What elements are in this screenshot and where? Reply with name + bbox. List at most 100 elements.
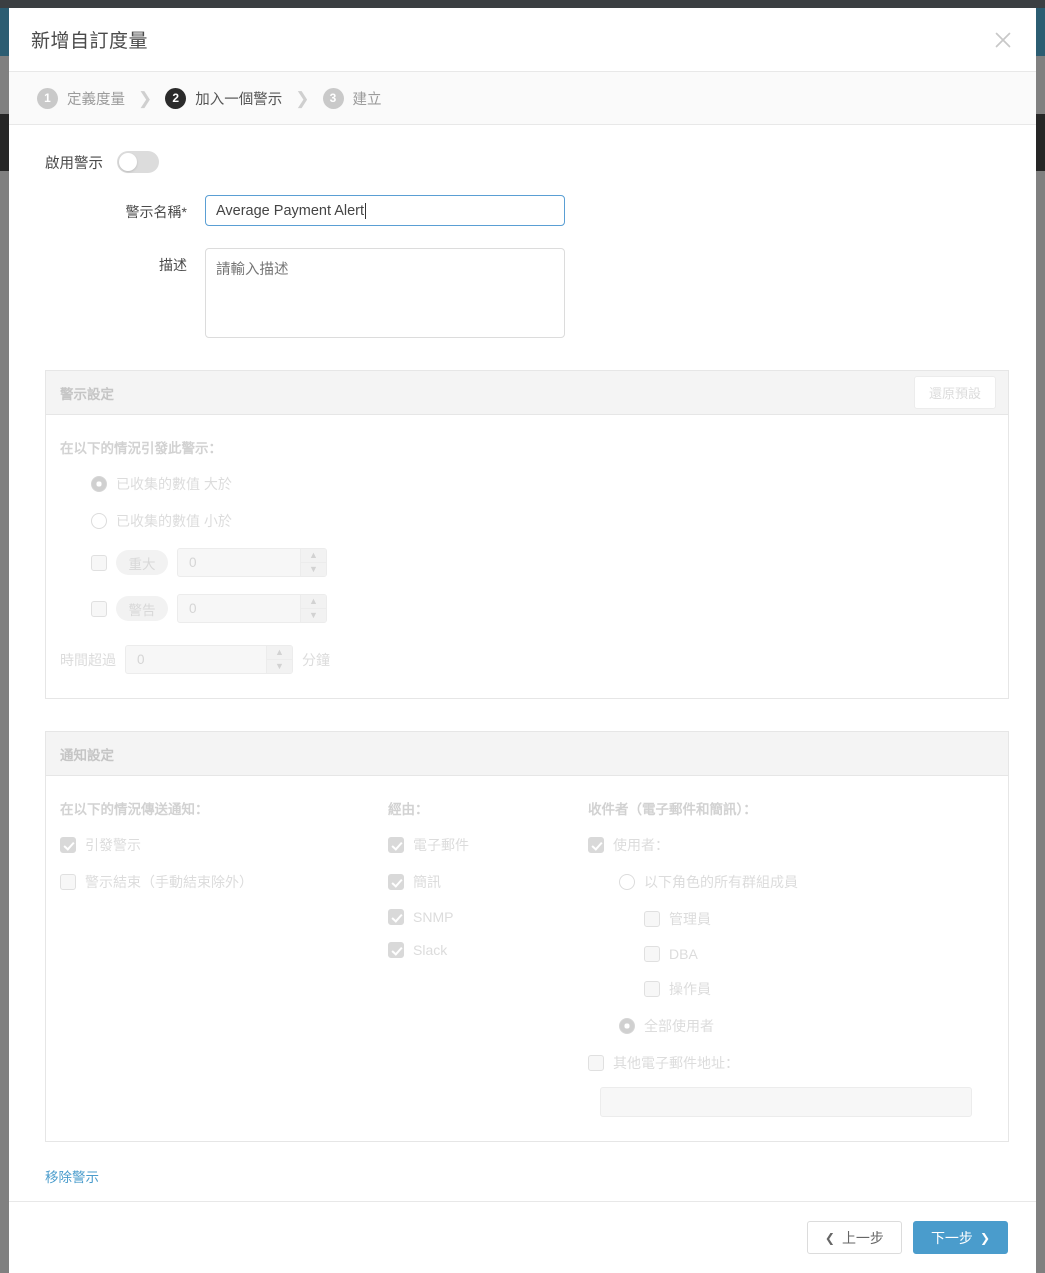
sidebar-segment (0, 56, 9, 114)
stepper-up-icon[interactable]: ▲ (301, 595, 326, 609)
notify-when-heading: 在以下的情況傳送通知： (60, 798, 388, 818)
stepper-up-icon[interactable]: ▲ (267, 646, 292, 660)
notify-when-item-1[interactable]: 警示結束（手動結束除外） (60, 872, 388, 892)
duration-prefix-label: 時間超過 (60, 650, 116, 670)
step-2-number: 2 (165, 88, 186, 109)
role-dba-label: DBA (669, 946, 698, 962)
via-email-checkbox[interactable] (388, 837, 404, 853)
sidebar-segment (1036, 171, 1045, 1273)
duration-value: 0 (126, 646, 266, 673)
role-dba-row[interactable]: DBA (588, 946, 994, 962)
notify-when-column: 在以下的情況傳送通知： 引發警示 警示結束（手動結束除外） (60, 798, 388, 1117)
restore-default-button[interactable]: 還原預設 (914, 376, 996, 409)
duration-stepper[interactable]: 0 ▲ ▼ (125, 645, 293, 674)
notification-settings-body: 在以下的情況傳送通知： 引發警示 警示結束（手動結束除外） (46, 776, 1008, 1141)
via-slack-checkbox[interactable] (388, 942, 404, 958)
toggle-knob (119, 153, 137, 171)
step-3[interactable]: 3 建立 (323, 88, 382, 109)
duration-suffix-label: 分鐘 (302, 650, 330, 670)
stepper-down-icon[interactable]: ▼ (301, 563, 326, 576)
other-email-row[interactable]: 其他電子郵件地址： (588, 1053, 994, 1073)
step-separator-2-icon: ❯ (295, 90, 309, 107)
role-operator-row[interactable]: 操作員 (588, 979, 994, 999)
severity-warning-pill: 警告 (116, 596, 168, 621)
severity-warning-stepper[interactable]: 0 ▲ ▼ (177, 594, 327, 623)
previous-button-label: 上一步 (842, 1228, 884, 1248)
next-button[interactable]: 下一步 ❯ (913, 1221, 1008, 1254)
notify-end-label: 警示結束（手動結束除外） (85, 872, 253, 892)
alert-settings-body: 在以下的情況引發此警示： 已收集的數值 大於 已收集的數值 小於 重大 0 (46, 415, 1008, 698)
notification-settings-panel: 通知設定 在以下的情況傳送通知： 引發警示 (45, 731, 1009, 1142)
close-icon[interactable] (988, 25, 1018, 55)
via-slack-row[interactable]: Slack (388, 942, 588, 958)
alert-name-value: Average Payment Alert (216, 203, 364, 219)
severity-critical-stepper[interactable]: 0 ▲ ▼ (177, 548, 327, 577)
radio-greater-icon[interactable] (91, 476, 107, 492)
duration-row: 時間超過 0 ▲ ▼ 分鐘 (60, 645, 994, 674)
via-email-row[interactable]: 電子郵件 (388, 835, 588, 855)
app-topbar (0, 0, 1045, 8)
alert-settings-panel: 警示設定 還原預設 在以下的情況引發此警示： 已收集的數值 大於 已收集的數值 … (45, 370, 1009, 699)
via-sms-checkbox[interactable] (388, 874, 404, 890)
chevron-left-icon: ❮ (825, 1232, 835, 1244)
chevron-right-icon: ❯ (980, 1232, 990, 1244)
alert-settings-header: 警示設定 還原預設 (46, 371, 1008, 415)
notify-when-item-0[interactable]: 引發警示 (60, 835, 388, 855)
via-snmp-checkbox[interactable] (388, 909, 404, 925)
sidebar-segment (1036, 114, 1045, 171)
app-root: 新增自訂度量 1 定義度量 ❯ 2 加入一個警示 ❯ 3 建立 (0, 0, 1045, 1273)
all-users-radio-icon[interactable] (619, 1018, 635, 1034)
page-title: 新增自訂度量 (31, 26, 148, 53)
enable-alert-toggle[interactable] (117, 151, 159, 173)
role-group-row[interactable]: 以下角色的所有群組成員 (588, 872, 994, 892)
step-1-label: 定義度量 (67, 88, 125, 109)
other-email-checkbox[interactable] (588, 1055, 604, 1071)
role-admin-label: 管理員 (669, 909, 711, 929)
step-2-label: 加入一個警示 (195, 88, 282, 109)
step-2[interactable]: 2 加入一個警示 (165, 88, 282, 109)
via-email-label: 電子郵件 (413, 835, 469, 855)
stepper-down-icon[interactable]: ▼ (267, 660, 292, 673)
stepper-down-icon[interactable]: ▼ (301, 609, 326, 622)
via-snmp-label: SNMP (413, 909, 453, 925)
severity-critical-value: 0 (178, 549, 300, 576)
notify-via-heading: 經由： (388, 798, 588, 818)
enable-alert-row: 啟用警示 (9, 125, 1036, 173)
stepper-up-icon[interactable]: ▲ (301, 549, 326, 563)
severity-warning-row: 警告 0 ▲ ▼ (60, 594, 994, 623)
text-caret (365, 203, 366, 219)
role-operator-checkbox[interactable] (644, 981, 660, 997)
via-sms-row[interactable]: 簡訊 (388, 872, 588, 892)
alert-name-input[interactable]: Average Payment Alert (205, 195, 565, 226)
sidebar-segment (0, 171, 9, 1273)
role-dba-checkbox[interactable] (644, 946, 660, 962)
severity-critical-checkbox[interactable] (91, 555, 107, 571)
remove-alert-link[interactable]: 移除警示 (45, 1166, 99, 1186)
radio-less-row[interactable]: 已收集的數值 小於 (60, 511, 994, 531)
next-button-label: 下一步 (931, 1228, 973, 1248)
step-1[interactable]: 1 定義度量 (37, 88, 125, 109)
role-group-radio-icon[interactable] (619, 874, 635, 890)
sidebar-segment (0, 8, 9, 56)
role-admin-row[interactable]: 管理員 (588, 909, 994, 929)
role-admin-checkbox[interactable] (644, 911, 660, 927)
radio-less-icon[interactable] (91, 513, 107, 529)
notify-trigger-checkbox[interactable] (60, 837, 76, 853)
via-slack-label: Slack (413, 942, 447, 958)
duration-arrows[interactable]: ▲ ▼ (266, 646, 292, 673)
other-email-input[interactable] (600, 1087, 972, 1117)
recipients-users-checkbox[interactable] (588, 837, 604, 853)
severity-warning-checkbox[interactable] (91, 601, 107, 617)
all-users-row[interactable]: 全部使用者 (588, 1016, 994, 1036)
severity-warning-arrows[interactable]: ▲ ▼ (300, 595, 326, 622)
via-snmp-row[interactable]: SNMP (388, 909, 588, 925)
description-input[interactable] (205, 248, 565, 338)
severity-critical-arrows[interactable]: ▲ ▼ (300, 549, 326, 576)
dialog-header: 新增自訂度量 (9, 8, 1036, 72)
notify-end-checkbox[interactable] (60, 874, 76, 890)
notification-settings-title: 通知設定 (60, 744, 114, 764)
radio-greater-row[interactable]: 已收集的數值 大於 (60, 474, 994, 494)
recipients-users-row[interactable]: 使用者： (588, 835, 994, 855)
previous-button[interactable]: ❮ 上一步 (807, 1221, 902, 1254)
step-separator-1-icon: ❯ (138, 90, 152, 107)
